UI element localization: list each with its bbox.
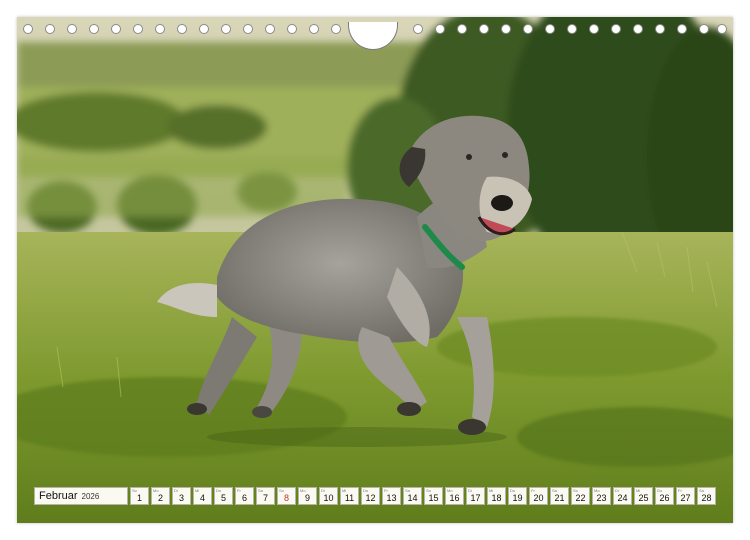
wire-binding-hole-icon: [177, 24, 187, 34]
day-number: 22: [575, 493, 586, 503]
wire-binding-hole-icon: [545, 24, 555, 34]
wire-binding-hole-icon: [155, 24, 165, 34]
calendar-day-cell: Mi 4: [193, 487, 212, 505]
wire-binding-hole-icon: [655, 24, 665, 34]
calendar-day-cell: So 22: [571, 487, 590, 505]
calendar-day-cell: Mo 23: [592, 487, 611, 505]
year-label: 2026: [81, 491, 100, 501]
calendar-day-cell: Fr 13: [382, 487, 401, 505]
day-number: 6: [241, 493, 247, 503]
day-number: 18: [491, 493, 502, 503]
calendar-day-cell: So 15: [424, 487, 443, 505]
wire-binding-hole-icon: [287, 24, 297, 34]
wire-binding-hole-icon: [457, 24, 467, 34]
day-number: 26: [659, 493, 670, 503]
day-number: 16: [449, 493, 460, 503]
day-number: 23: [596, 493, 607, 503]
day-number: 1: [136, 493, 142, 503]
wire-binding-hole-icon: [133, 24, 143, 34]
calendar-day-cell: So 8: [277, 487, 296, 505]
wire-binding-hole-icon: [309, 24, 319, 34]
wire-binding-hole-icon: [243, 24, 253, 34]
wire-binding-hole-icon: [331, 24, 341, 34]
wire-binding-hole-icon: [89, 24, 99, 34]
calendar-day-cell: Sa 21: [550, 487, 569, 505]
day-number: 25: [638, 493, 649, 503]
wire-binding-hole-icon: [699, 24, 709, 34]
wire-binding-hole-icon: [111, 24, 121, 34]
month-name: Februar: [39, 490, 78, 502]
wire-binding-hole-icon: [611, 24, 621, 34]
calendar-day-cell: Do 12: [361, 487, 380, 505]
day-number: 28: [701, 493, 712, 503]
calendar-photo-dog-running-in-meadow: [17, 17, 733, 523]
day-number: 21: [554, 493, 565, 503]
calendar-day-cell: Sa 14: [403, 487, 422, 505]
day-number: 8: [283, 493, 289, 503]
calendar-day-cell: Mo 2: [151, 487, 170, 505]
day-number: 14: [407, 493, 418, 503]
calendar-day-cell: Fr 27: [676, 487, 695, 505]
day-number: 24: [617, 493, 628, 503]
wire-binding-hole-icon: [199, 24, 209, 34]
wire-binding-hole-icon: [717, 24, 727, 34]
calendar-day-cell: So 1: [130, 487, 149, 505]
day-number: 17: [470, 493, 481, 503]
wire-binding-hole-icon: [23, 24, 33, 34]
day-number: 5: [220, 493, 226, 503]
day-number: 3: [178, 493, 184, 503]
wire-binding: [17, 22, 733, 50]
wire-binding-hole-icon: [523, 24, 533, 34]
calendar-day-cell: Di 10: [319, 487, 338, 505]
calendar-day-cell: Do 5: [214, 487, 233, 505]
calendar-day-cell: Mi 18: [487, 487, 506, 505]
wire-binding-hole-icon: [633, 24, 643, 34]
calendar-day-cell: Sa 28: [697, 487, 716, 505]
calendar-day-cell: Di 17: [466, 487, 485, 505]
wire-binding-hole-icon: [45, 24, 55, 34]
day-number: 9: [304, 493, 310, 503]
calendar-day-cell: Mo 9: [298, 487, 317, 505]
calendar-day-cell: Di 24: [613, 487, 632, 505]
calendar-day-cell: Mi 25: [634, 487, 653, 505]
calendar-day-cell: Do 26: [655, 487, 674, 505]
day-number: 10: [323, 493, 334, 503]
calendar-strip: Februar 2026 So 1 Mo 2 Di 3 Mi 4 Do 5 Fr 6 Sa 7 So 8 Mo 9…: [34, 487, 716, 505]
day-number: 7: [262, 493, 268, 503]
day-number: 15: [428, 493, 439, 503]
wire-binding-hole-icon: [221, 24, 231, 34]
calendar-day-cell: Do 19: [508, 487, 527, 505]
calendar-day-cell: Fr 6: [235, 487, 254, 505]
calendar-day-cell: Mi 11: [340, 487, 359, 505]
wire-binding-hole-icon: [589, 24, 599, 34]
month-label: Februar 2026: [34, 487, 128, 505]
day-number: 12: [365, 493, 376, 503]
day-number: 27: [680, 493, 691, 503]
wire-binding-hole-icon: [413, 24, 423, 34]
calendar-day-cell: Fr 20: [529, 487, 548, 505]
day-number: 2: [157, 493, 163, 503]
wire-binding-hole-icon: [501, 24, 511, 34]
day-number: 13: [386, 493, 397, 503]
calendar-day-cell: Sa 7: [256, 487, 275, 505]
calendar-day-cell: Di 3: [172, 487, 191, 505]
calendar-page: Februar 2026 So 1 Mo 2 Di 3 Mi 4 Do 5 Fr 6 Sa 7 So 8 Mo 9…: [17, 17, 733, 523]
wire-binding-hole-icon: [435, 24, 445, 34]
wire-binding-hole-icon: [67, 24, 77, 34]
wire-binding-hole-icon: [677, 24, 687, 34]
day-number: 4: [199, 493, 205, 503]
calendar-day-cell: Mo 16: [445, 487, 464, 505]
wire-binding-hole-icon: [479, 24, 489, 34]
day-number: 19: [512, 493, 523, 503]
day-number: 11: [344, 493, 355, 503]
day-number: 20: [533, 493, 544, 503]
wire-binding-hole-icon: [265, 24, 275, 34]
wire-binding-hole-icon: [567, 24, 577, 34]
